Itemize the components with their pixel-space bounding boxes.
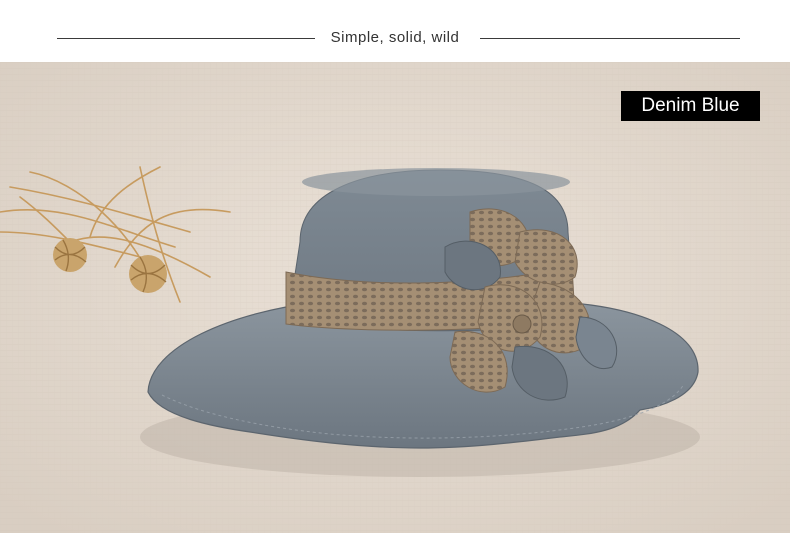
rattan-ball-1 xyxy=(53,238,87,272)
hat-illustration xyxy=(0,62,790,533)
product-photo xyxy=(0,62,790,533)
rattan-ball-2 xyxy=(129,255,167,293)
product-page: Simple, solid, wild Denim Blue xyxy=(0,0,790,533)
divider-right xyxy=(480,38,740,39)
color-label-badge: Denim Blue xyxy=(621,91,760,121)
header: Simple, solid, wild xyxy=(0,0,790,62)
